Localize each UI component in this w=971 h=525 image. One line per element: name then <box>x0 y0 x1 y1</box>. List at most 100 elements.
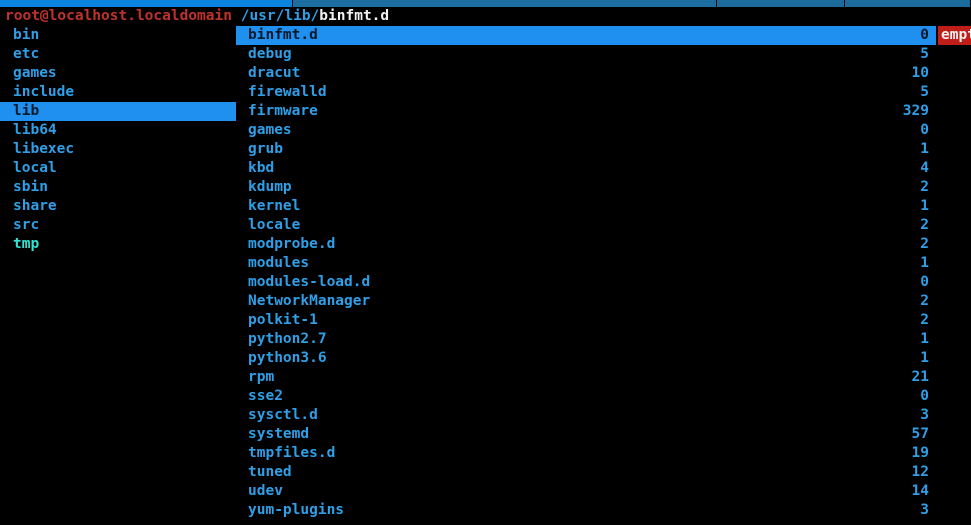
file-row[interactable]: bin <box>0 26 236 45</box>
file-item-count: 2 <box>920 179 929 195</box>
file-item-count: 0 <box>920 274 929 290</box>
window-tab-3[interactable] <box>717 0 845 7</box>
file-row[interactable]: NetworkManager 2 <box>236 292 936 311</box>
window-tab-4[interactable] <box>845 0 971 7</box>
file-name: sbin <box>13 179 48 195</box>
file-row[interactable]: games <box>0 64 236 83</box>
file-name: games <box>13 65 57 81</box>
file-row[interactable]: yum-plugins 3 <box>236 501 936 520</box>
file-row[interactable]: etc <box>0 45 236 64</box>
file-name: binfmt.d <box>248 27 318 43</box>
window-tab-active[interactable] <box>0 0 293 7</box>
file-row[interactable]: dracut 10 <box>236 64 936 83</box>
file-name: modprobe.d <box>248 236 336 252</box>
file-row[interactable]: kdump 2 <box>236 178 936 197</box>
file-item-count: 2 <box>920 217 929 233</box>
window-tab-strip[interactable] <box>0 0 971 7</box>
file-name: modules-load.d <box>248 274 371 290</box>
header-path-dirs: /usr/lib/ <box>240 8 320 24</box>
file-item-count: 10 <box>911 65 929 81</box>
file-row[interactable]: modules 1 <box>236 254 936 273</box>
file-row[interactable]: tmpfiles.d 19 <box>236 444 936 463</box>
file-row[interactable]: tmp <box>0 235 236 254</box>
file-row[interactable]: lib64 <box>0 121 236 140</box>
file-item-count: 14 <box>911 483 929 499</box>
file-item-count: 4 <box>920 160 929 176</box>
parent-directory-pane[interactable]: bin etc games include lib lib64 libexec local sb… <box>0 26 236 525</box>
file-item-count: 3 <box>920 502 929 518</box>
file-item-count: 12 <box>911 464 929 480</box>
file-row[interactable]: python2.7 1 <box>236 330 936 349</box>
file-row[interactable]: modules-load.d 0 <box>236 273 936 292</box>
file-item-count: 1 <box>920 198 929 214</box>
file-row[interactable]: kernel 1 <box>236 197 936 216</box>
file-name: libexec <box>13 141 75 157</box>
file-name: lib64 <box>13 122 57 138</box>
file-name: tuned <box>248 464 292 480</box>
file-name: tmp <box>13 236 40 252</box>
file-name: share <box>13 198 57 214</box>
window-tab-2[interactable] <box>293 0 717 7</box>
file-row[interactable]: modprobe.d 2 <box>236 235 936 254</box>
file-item-count: 1 <box>920 350 929 366</box>
header-separator <box>232 8 241 24</box>
file-row[interactable]: binfmt.d 0 <box>236 26 936 45</box>
file-item-count: 1 <box>920 331 929 347</box>
file-row[interactable]: grub 1 <box>236 140 936 159</box>
file-name: udev <box>248 483 283 499</box>
file-name: kernel <box>248 198 301 214</box>
current-directory-pane[interactable]: binfmt.d 0 debug 5 dracut 10 firewalld 5 firmwar… <box>236 26 936 525</box>
file-name: firmware <box>248 103 318 119</box>
file-name: local <box>13 160 57 176</box>
file-row[interactable]: kbd 4 <box>236 159 936 178</box>
file-item-count: 3 <box>920 407 929 423</box>
preview-pane: empty <box>936 26 971 525</box>
file-row[interactable]: polkit-1 2 <box>236 311 936 330</box>
file-name: games <box>248 122 292 138</box>
file-item-count: 2 <box>920 293 929 309</box>
file-manager-panes: bin etc games include lib lib64 libexec local sb… <box>0 26 971 525</box>
file-name: sysctl.d <box>248 407 318 423</box>
file-name: systemd <box>248 426 310 442</box>
file-row[interactable]: include <box>0 83 236 102</box>
file-name: dracut <box>248 65 301 81</box>
file-name: tmpfiles.d <box>248 445 336 461</box>
file-row[interactable]: debug 5 <box>236 45 936 64</box>
file-item-count: 2 <box>920 236 929 252</box>
file-name: src <box>13 217 40 233</box>
file-item-count: 0 <box>920 27 929 43</box>
file-row[interactable]: games 0 <box>236 121 936 140</box>
file-name: firewalld <box>248 84 327 100</box>
file-row[interactable]: rpm 21 <box>236 368 936 387</box>
header-user-host: root@localhost.localdomain <box>5 8 232 24</box>
file-row[interactable]: tuned 12 <box>236 463 936 482</box>
file-name: rpm <box>248 369 275 385</box>
file-row[interactable]: lib <box>0 102 236 121</box>
file-item-count: 329 <box>902 103 929 119</box>
file-item-count: 19 <box>911 445 929 461</box>
file-row[interactable]: firmware 329 <box>236 102 936 121</box>
file-name: include <box>13 84 75 100</box>
file-row[interactable]: sysctl.d 3 <box>236 406 936 425</box>
file-row[interactable]: udev 14 <box>236 482 936 501</box>
file-name: etc <box>13 46 40 62</box>
file-row[interactable]: locale 2 <box>236 216 936 235</box>
file-row[interactable]: sbin <box>0 178 236 197</box>
file-row[interactable]: libexec <box>0 140 236 159</box>
file-name: debug <box>248 46 292 62</box>
file-item-count: 1 <box>920 255 929 271</box>
file-name: grub <box>248 141 283 157</box>
file-item-count: 57 <box>911 426 929 442</box>
file-row[interactable]: systemd 57 <box>236 425 936 444</box>
file-name: NetworkManager <box>248 293 371 309</box>
file-row[interactable]: firewalld 5 <box>236 83 936 102</box>
file-row[interactable]: python3.6 1 <box>236 349 936 368</box>
file-name: python2.7 <box>248 331 327 347</box>
file-name: kbd <box>248 160 275 176</box>
file-row[interactable]: src <box>0 216 236 235</box>
file-row[interactable]: sse2 0 <box>236 387 936 406</box>
file-item-count: 2 <box>920 312 929 328</box>
file-row[interactable]: local <box>0 159 236 178</box>
file-row[interactable]: share <box>0 197 236 216</box>
preview-empty-badge: empty <box>938 26 971 45</box>
